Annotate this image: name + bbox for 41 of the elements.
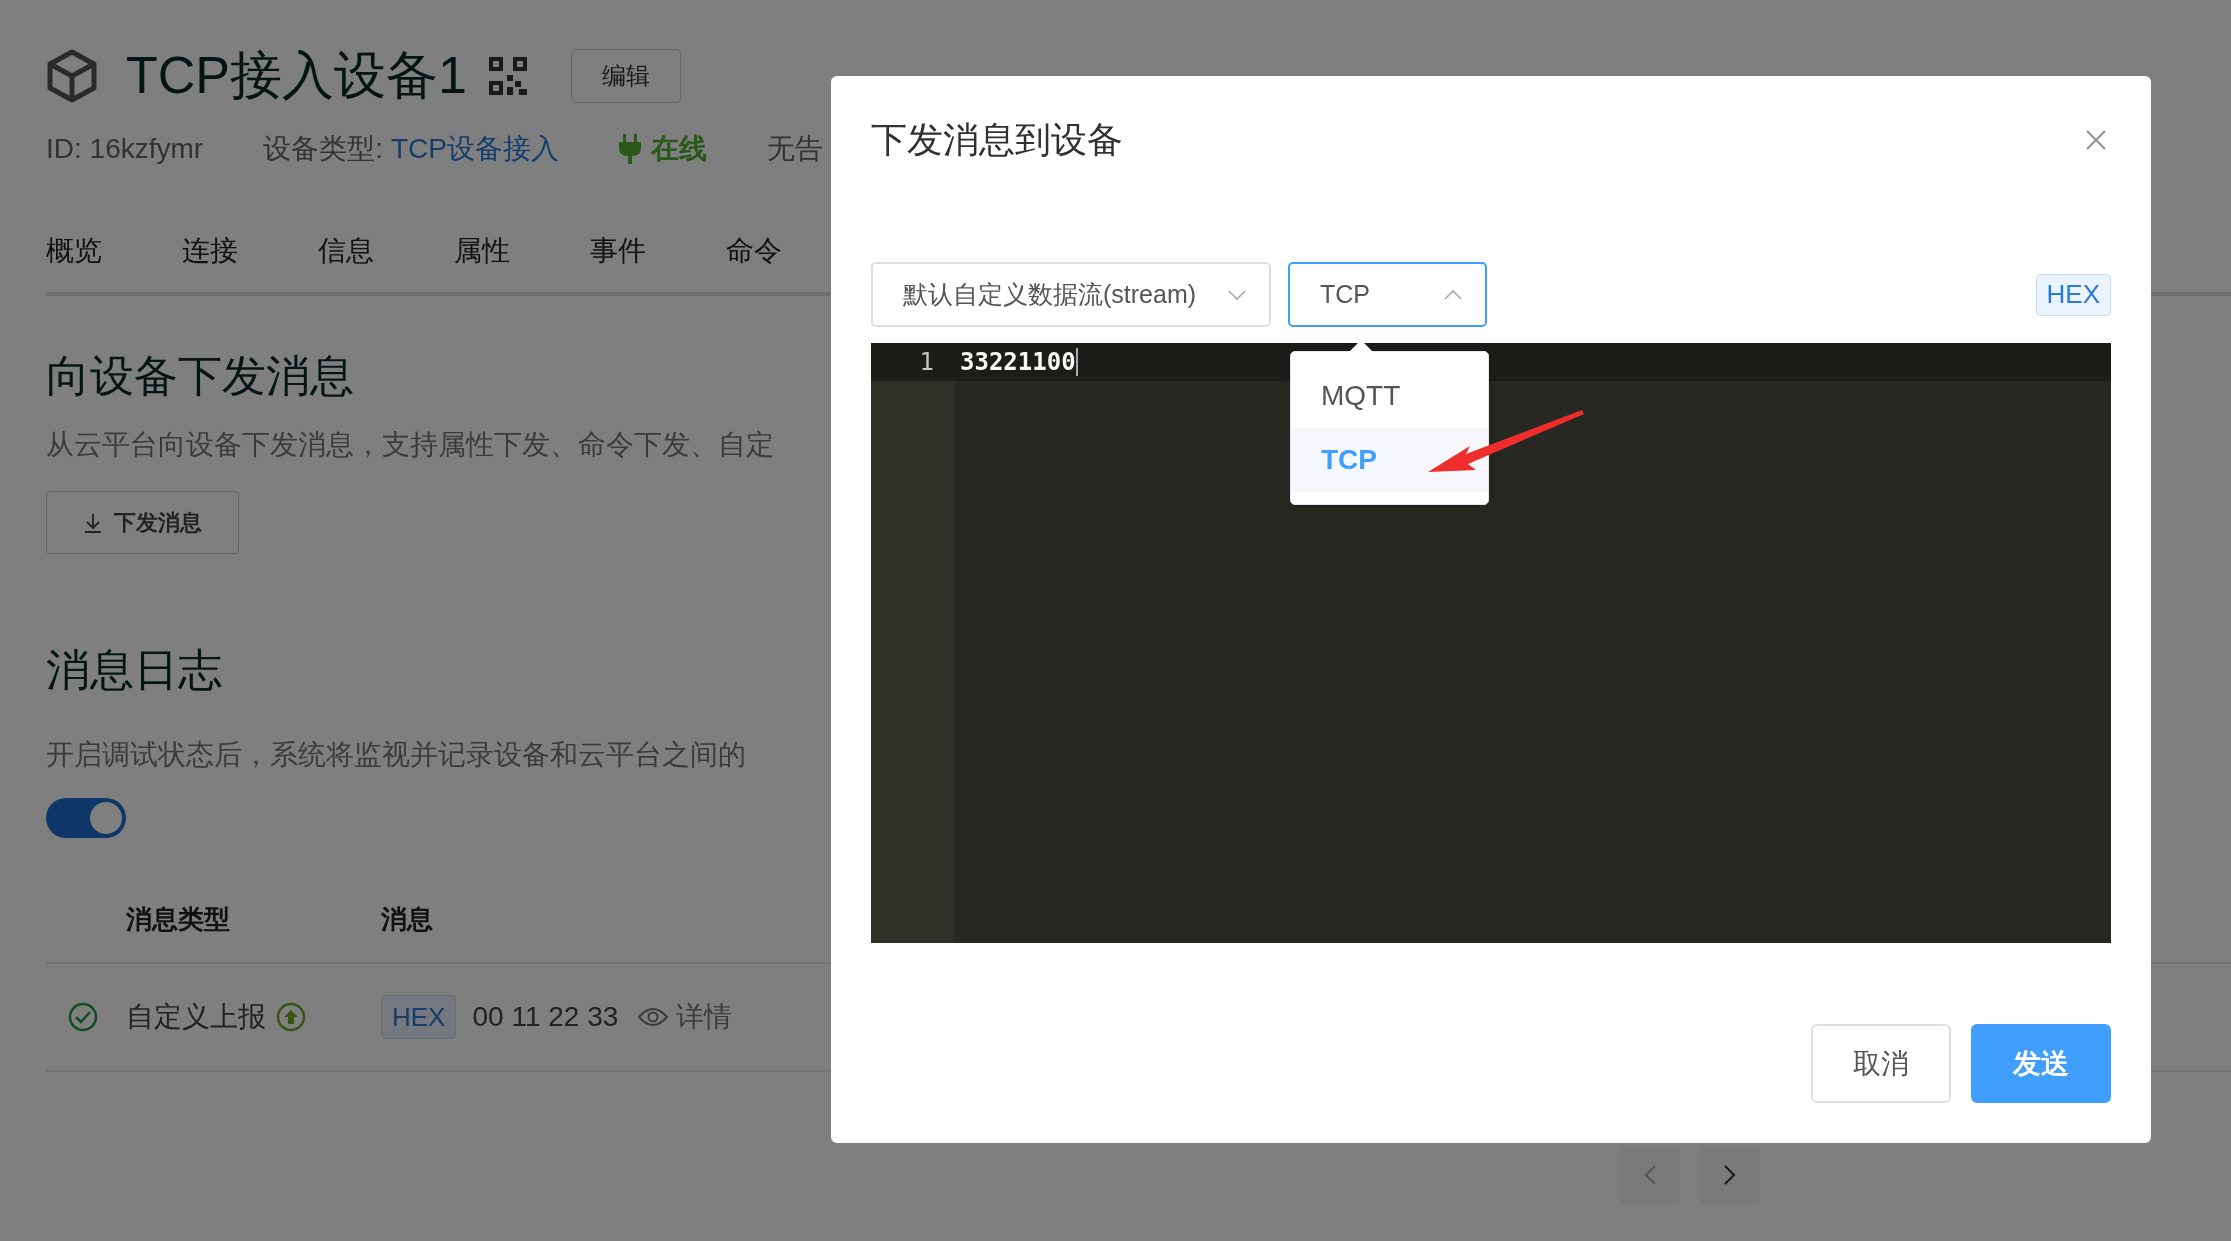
tab[interactable]: 属性 — [454, 232, 510, 270]
device-type-link[interactable]: TCP设备接入 — [390, 130, 559, 168]
tab[interactable]: 命令 — [726, 232, 782, 270]
format-tag: HEX — [381, 995, 457, 1039]
debug-toggle[interactable] — [46, 798, 126, 838]
details-link[interactable]: 详情 — [676, 998, 733, 1036]
chevron-right-icon — [1723, 1164, 1737, 1186]
send-button[interactable]: 发送 — [1971, 1024, 2111, 1103]
cancel-button[interactable]: 取消 — [1811, 1024, 1951, 1103]
column-header: 消息 — [381, 902, 434, 936]
plug-icon — [618, 134, 641, 164]
eye-icon — [638, 1007, 669, 1027]
tab[interactable]: 信息 — [318, 232, 374, 270]
device-title: TCP接入设备1 — [126, 45, 467, 106]
edit-button[interactable]: 编辑 — [570, 49, 681, 103]
stream-select[interactable]: 默认自定义数据流(stream) — [871, 262, 1271, 327]
tab[interactable]: 概览 — [46, 232, 102, 270]
alarm-label: 无告 — [766, 132, 823, 166]
format-tag: HEX — [2035, 273, 2111, 316]
chevron-left-icon — [1643, 1164, 1657, 1186]
column-header: 消息类型 — [126, 902, 231, 936]
dropdown-option[interactable]: MQTT — [1291, 364, 1488, 428]
device-type-label: 设备类型: — [263, 132, 383, 166]
section-heading: 向设备下发消息 — [46, 350, 354, 402]
section-heading: 消息日志 — [46, 644, 222, 696]
download-icon — [83, 512, 102, 533]
message-type: 自定义上报 — [126, 1000, 266, 1034]
qr-code-icon[interactable] — [488, 57, 527, 95]
modal-title: 下发消息到设备 — [871, 117, 1123, 162]
cube-icon — [46, 48, 98, 104]
tab[interactable]: 连接 — [182, 232, 238, 270]
section-description: 开启调试状态后，系统将监视并记录设备和云平台之间的 — [46, 738, 746, 772]
code-line: 33221100 — [960, 348, 1078, 376]
send-message-button[interactable]: 下发消息 — [46, 491, 239, 554]
device-id: ID: 16kzfymr — [46, 133, 204, 165]
dropdown-option[interactable]: TCP — [1291, 428, 1488, 492]
tab[interactable]: 事件 — [590, 232, 646, 270]
message-content: 00 11 22 33 — [472, 1001, 619, 1033]
line-number: 1 — [871, 343, 954, 381]
online-status: 在线 — [618, 130, 707, 168]
section-description: 从云平台向设备下发消息，支持属性下发、命令下发、自定 — [46, 428, 774, 462]
